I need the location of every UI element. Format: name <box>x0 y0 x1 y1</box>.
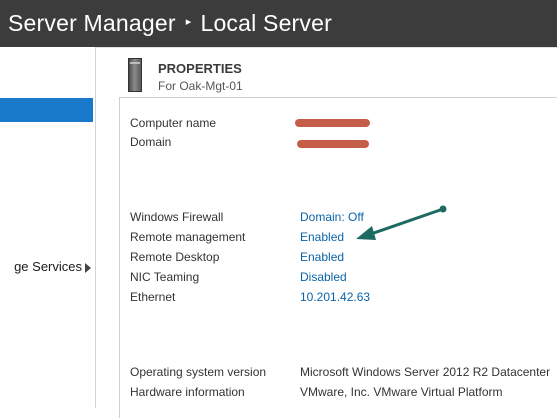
app-title: Server Manager <box>8 10 176 36</box>
domain-redaction[interactable] <box>297 140 369 148</box>
nic-teaming-label: NIC Teaming <box>130 270 200 284</box>
windows-firewall-label: Windows Firewall <box>130 210 224 224</box>
os-version-value: Microsoft Windows Server 2012 R2 Datacen… <box>300 365 551 379</box>
computer-name-label: Computer name <box>130 116 217 130</box>
properties-subheading: For Oak-Mgt-01 <box>158 79 243 93</box>
remote-management-link[interactable]: Enabled <box>300 230 344 244</box>
remote-desktop-label: Remote Desktop <box>130 250 220 264</box>
title-bar: Server Manager ▸ Local Server <box>0 0 557 47</box>
domain-label: Domain <box>130 135 172 149</box>
ethernet-label: Ethernet <box>130 290 176 304</box>
remote-desktop-link[interactable]: Enabled <box>300 250 344 264</box>
hardware-info-label: Hardware information <box>130 385 245 399</box>
ethernet-link[interactable]: 10.201.42.63 <box>300 290 370 304</box>
breadcrumb-separator-icon: ▸ <box>185 16 192 28</box>
page-title: Local Server <box>200 10 332 36</box>
content-top-divider <box>96 47 557 48</box>
sidebar-item-storage-services[interactable]: ge Services <box>0 259 95 277</box>
computer-name-redaction[interactable] <box>295 119 370 127</box>
sidebar-item-selected[interactable] <box>0 98 93 122</box>
sidebar: ge Services <box>0 47 96 408</box>
hardware-info-value: VMware, Inc. VMware Virtual Platform <box>300 385 503 399</box>
annotation-arrow-icon <box>356 205 447 240</box>
os-version-label: Operating system version <box>130 365 267 379</box>
server-icon <box>128 58 142 92</box>
sidebar-item-label: ge Services <box>14 259 82 274</box>
nic-teaming-link[interactable]: Disabled <box>300 270 347 284</box>
remote-management-label: Remote management <box>130 230 246 244</box>
properties-heading: PROPERTIES <box>158 61 242 76</box>
chevron-right-icon <box>85 263 91 273</box>
